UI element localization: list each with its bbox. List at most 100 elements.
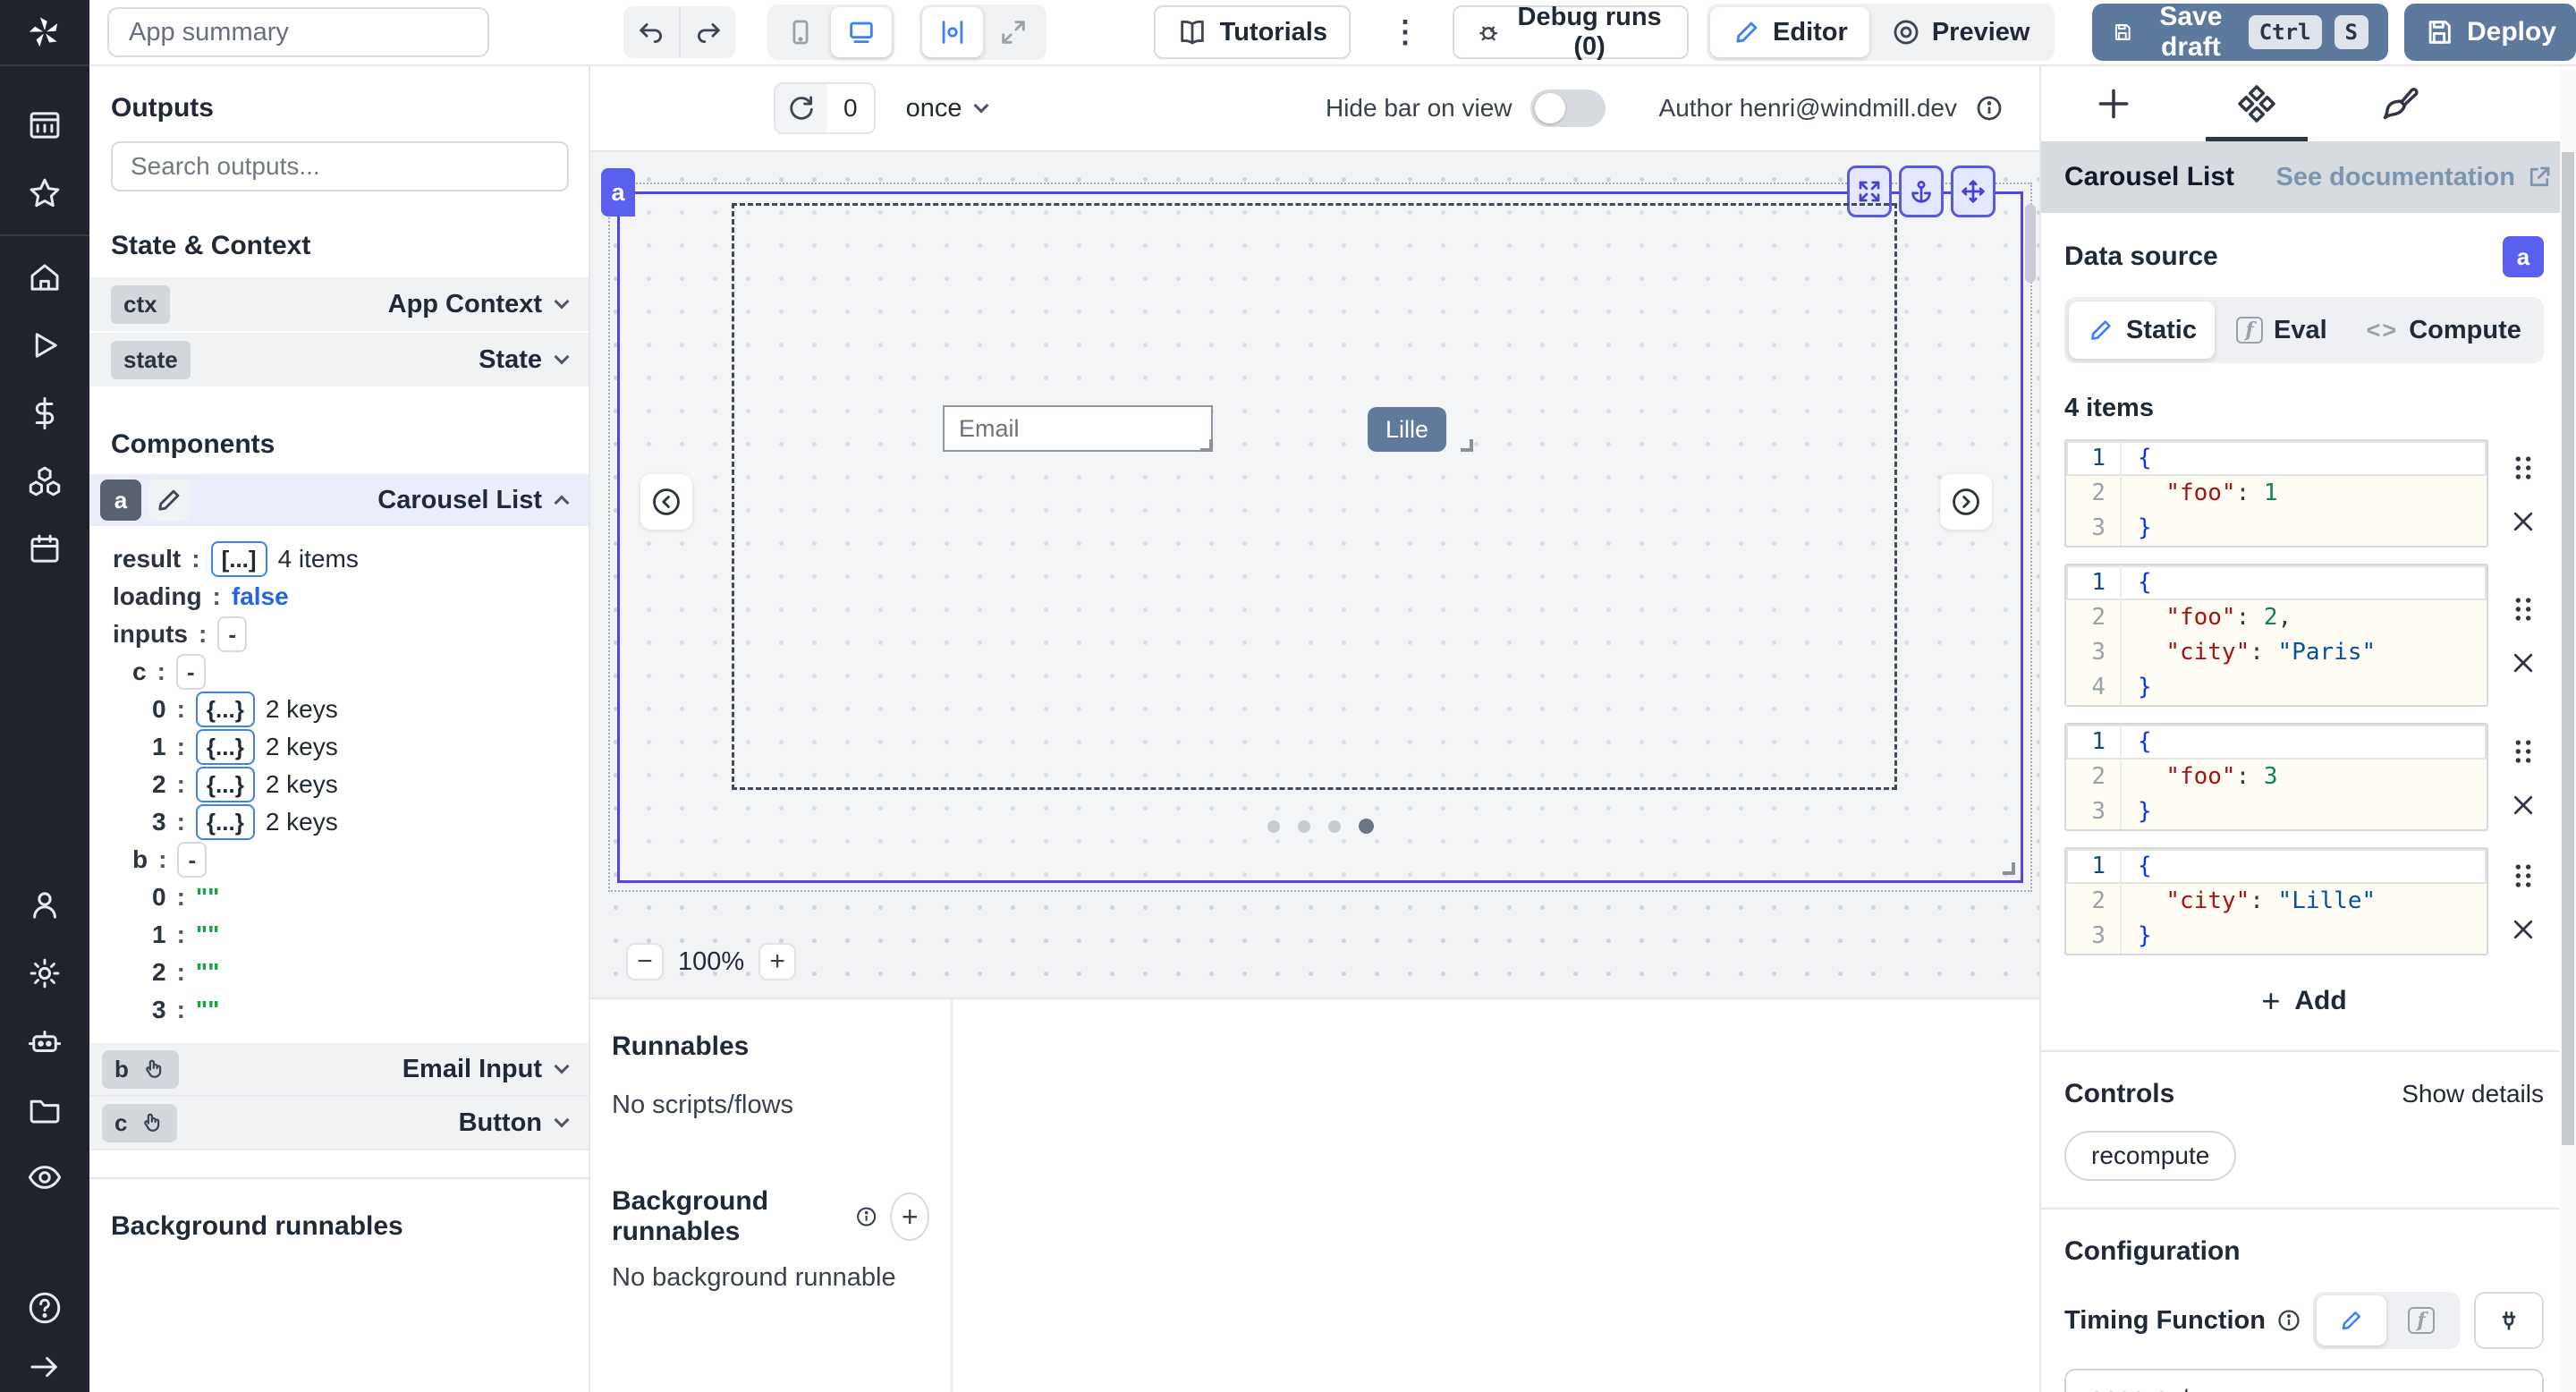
json-editor[interactable]: 1{2 "foo": 33} — [2064, 723, 2488, 831]
state-row[interactable]: state State — [89, 333, 589, 388]
carousel-pagination-dots[interactable] — [620, 819, 2021, 834]
drag-handle-icon[interactable] — [2510, 736, 2537, 767]
tree-row[interactable]: 3:{...}2 keys — [152, 803, 589, 841]
canvas-scrollbar[interactable] — [2025, 204, 2036, 283]
compute-mode-button[interactable]: <> Compute — [2349, 301, 2539, 359]
runs-icon[interactable] — [0, 311, 89, 379]
workers-icon[interactable] — [0, 1007, 89, 1075]
fullscreen-layout-button[interactable] — [983, 7, 1044, 57]
carousel-item-container[interactable]: Lille — [732, 203, 1897, 790]
eval-mode-button[interactable]: f — [2386, 1295, 2456, 1345]
desktop-view-button[interactable] — [831, 7, 892, 57]
see-documentation-link[interactable]: See documentation — [2276, 163, 2554, 192]
preview-tab[interactable]: Preview — [1869, 7, 2052, 57]
tree-row[interactable]: 2:{...}2 keys — [152, 766, 589, 803]
anchor-component-button[interactable] — [1899, 166, 1944, 217]
tree-row[interactable]: inputs:- — [113, 615, 589, 653]
component-b-row[interactable]: b Email Input — [89, 1043, 589, 1097]
eval-mode-button[interactable]: f Eval — [2218, 301, 2345, 359]
search-outputs-input[interactable] — [111, 141, 569, 191]
variables-icon[interactable] — [0, 379, 89, 447]
collapse-sidebar-icon[interactable] — [0, 1342, 89, 1392]
json-editor[interactable]: 1{2 "foo": 13} — [2064, 439, 2488, 547]
refresh-count-button[interactable]: 0 — [774, 82, 876, 134]
connect-data-button[interactable] — [2474, 1292, 2544, 1349]
tree-row[interactable]: result:[...]4 items — [113, 540, 589, 578]
carousel-component-selection[interactable]: a Lille — [617, 191, 2023, 883]
mobile-view-button[interactable] — [770, 7, 831, 57]
show-details-link[interactable]: Show details — [2402, 1080, 2544, 1108]
carousel-dot[interactable] — [1328, 820, 1341, 833]
component-a-row[interactable]: a Carousel List — [89, 474, 589, 526]
centered-layout-button[interactable] — [922, 7, 983, 57]
tree-row[interactable]: loading:false — [113, 578, 589, 615]
button-component[interactable]: Lille — [1368, 407, 1446, 452]
info-icon[interactable] — [1975, 94, 2004, 123]
windmill-logo[interactable] — [0, 0, 89, 66]
tree-row[interactable]: 2:"" — [152, 954, 589, 991]
tree-row[interactable]: 1:"" — [152, 916, 589, 954]
schedule-dropdown[interactable]: once — [906, 94, 987, 123]
tree-row[interactable]: 0:"" — [152, 878, 589, 916]
component-c-row[interactable]: c Button — [89, 1097, 589, 1150]
audit-icon[interactable] — [0, 1143, 89, 1211]
folders-icon[interactable] — [0, 1075, 89, 1143]
tree-row[interactable]: 3:"" — [152, 991, 589, 1029]
app-summary-input[interactable] — [107, 7, 489, 57]
workspace-icon[interactable] — [0, 91, 89, 159]
carousel-dot[interactable] — [1267, 820, 1280, 833]
undo-button[interactable] — [623, 6, 679, 58]
home-icon[interactable] — [0, 243, 89, 311]
timing-function-select[interactable]: ease-out — [2064, 1369, 2544, 1392]
resize-handle[interactable] — [1200, 439, 1213, 452]
collapse-toggle[interactable]: - — [176, 654, 206, 690]
redo-button[interactable] — [679, 6, 734, 58]
email-input-component[interactable] — [943, 405, 1213, 452]
remove-item-icon[interactable] — [2510, 792, 2537, 819]
app-canvas[interactable]: a Lille − 100% + — [590, 150, 2039, 997]
expand-toggle[interactable]: [...] — [211, 541, 267, 577]
resources-icon[interactable] — [0, 447, 89, 515]
component-settings-tab[interactable] — [2225, 66, 2288, 141]
help-icon[interactable] — [0, 1274, 89, 1342]
favorites-icon[interactable] — [0, 159, 89, 227]
remove-item-icon[interactable] — [2510, 649, 2537, 676]
expand-toggle[interactable]: {...} — [196, 692, 255, 727]
tree-row[interactable]: 1:{...}2 keys — [152, 728, 589, 766]
drag-handle-icon[interactable] — [2510, 453, 2537, 483]
styling-tab[interactable] — [2368, 66, 2431, 141]
resize-handle[interactable] — [1461, 439, 1473, 452]
drag-handle-icon[interactable] — [2510, 861, 2537, 891]
zoom-out-button[interactable]: − — [626, 943, 664, 980]
drag-handle-icon[interactable] — [2510, 594, 2537, 624]
info-icon[interactable] — [855, 1202, 877, 1231]
settings-icon[interactable] — [0, 939, 89, 1007]
rename-component-button[interactable] — [148, 480, 190, 521]
collapse-toggle[interactable]: - — [217, 616, 247, 652]
add-background-runnable-button[interactable]: + — [890, 1193, 929, 1241]
remove-item-icon[interactable] — [2510, 916, 2537, 943]
more-menu-button[interactable]: ⋮ — [1390, 14, 1420, 50]
carousel-next-button[interactable] — [1940, 474, 1992, 530]
schedules-icon[interactable] — [0, 515, 89, 583]
expand-toggle[interactable]: {...} — [196, 767, 255, 802]
expand-toggle[interactable]: {...} — [196, 804, 255, 840]
json-editor[interactable]: 1{2 "city": "Lille"3} — [2064, 847, 2488, 955]
editor-tab[interactable]: Editor — [1710, 7, 1869, 57]
expand-toggle[interactable]: {...} — [196, 729, 255, 765]
move-component-button[interactable] — [1951, 166, 1996, 217]
hide-bar-toggle[interactable] — [1530, 89, 1606, 127]
save-draft-button[interactable]: Save draft Ctrl S — [2092, 4, 2388, 61]
static-mode-button[interactable] — [2317, 1295, 2386, 1345]
json-editor[interactable]: 1{2 "foo": 2,3 "city": "Paris"4} — [2064, 564, 2488, 707]
zoom-in-button[interactable]: + — [758, 943, 796, 980]
tutorials-button[interactable]: Tutorials — [1154, 5, 1351, 59]
static-mode-button[interactable]: Static — [2069, 301, 2215, 359]
add-item-button[interactable]: + Add — [2064, 982, 2544, 1020]
debug-runs-button[interactable]: Debug runs (0) — [1453, 5, 1689, 59]
panel-scrollbar[interactable] — [2560, 66, 2576, 1392]
carousel-dot[interactable] — [1298, 820, 1310, 833]
carousel-prev-button[interactable] — [640, 474, 692, 530]
user-icon[interactable] — [0, 871, 89, 939]
info-icon[interactable] — [2276, 1308, 2301, 1333]
